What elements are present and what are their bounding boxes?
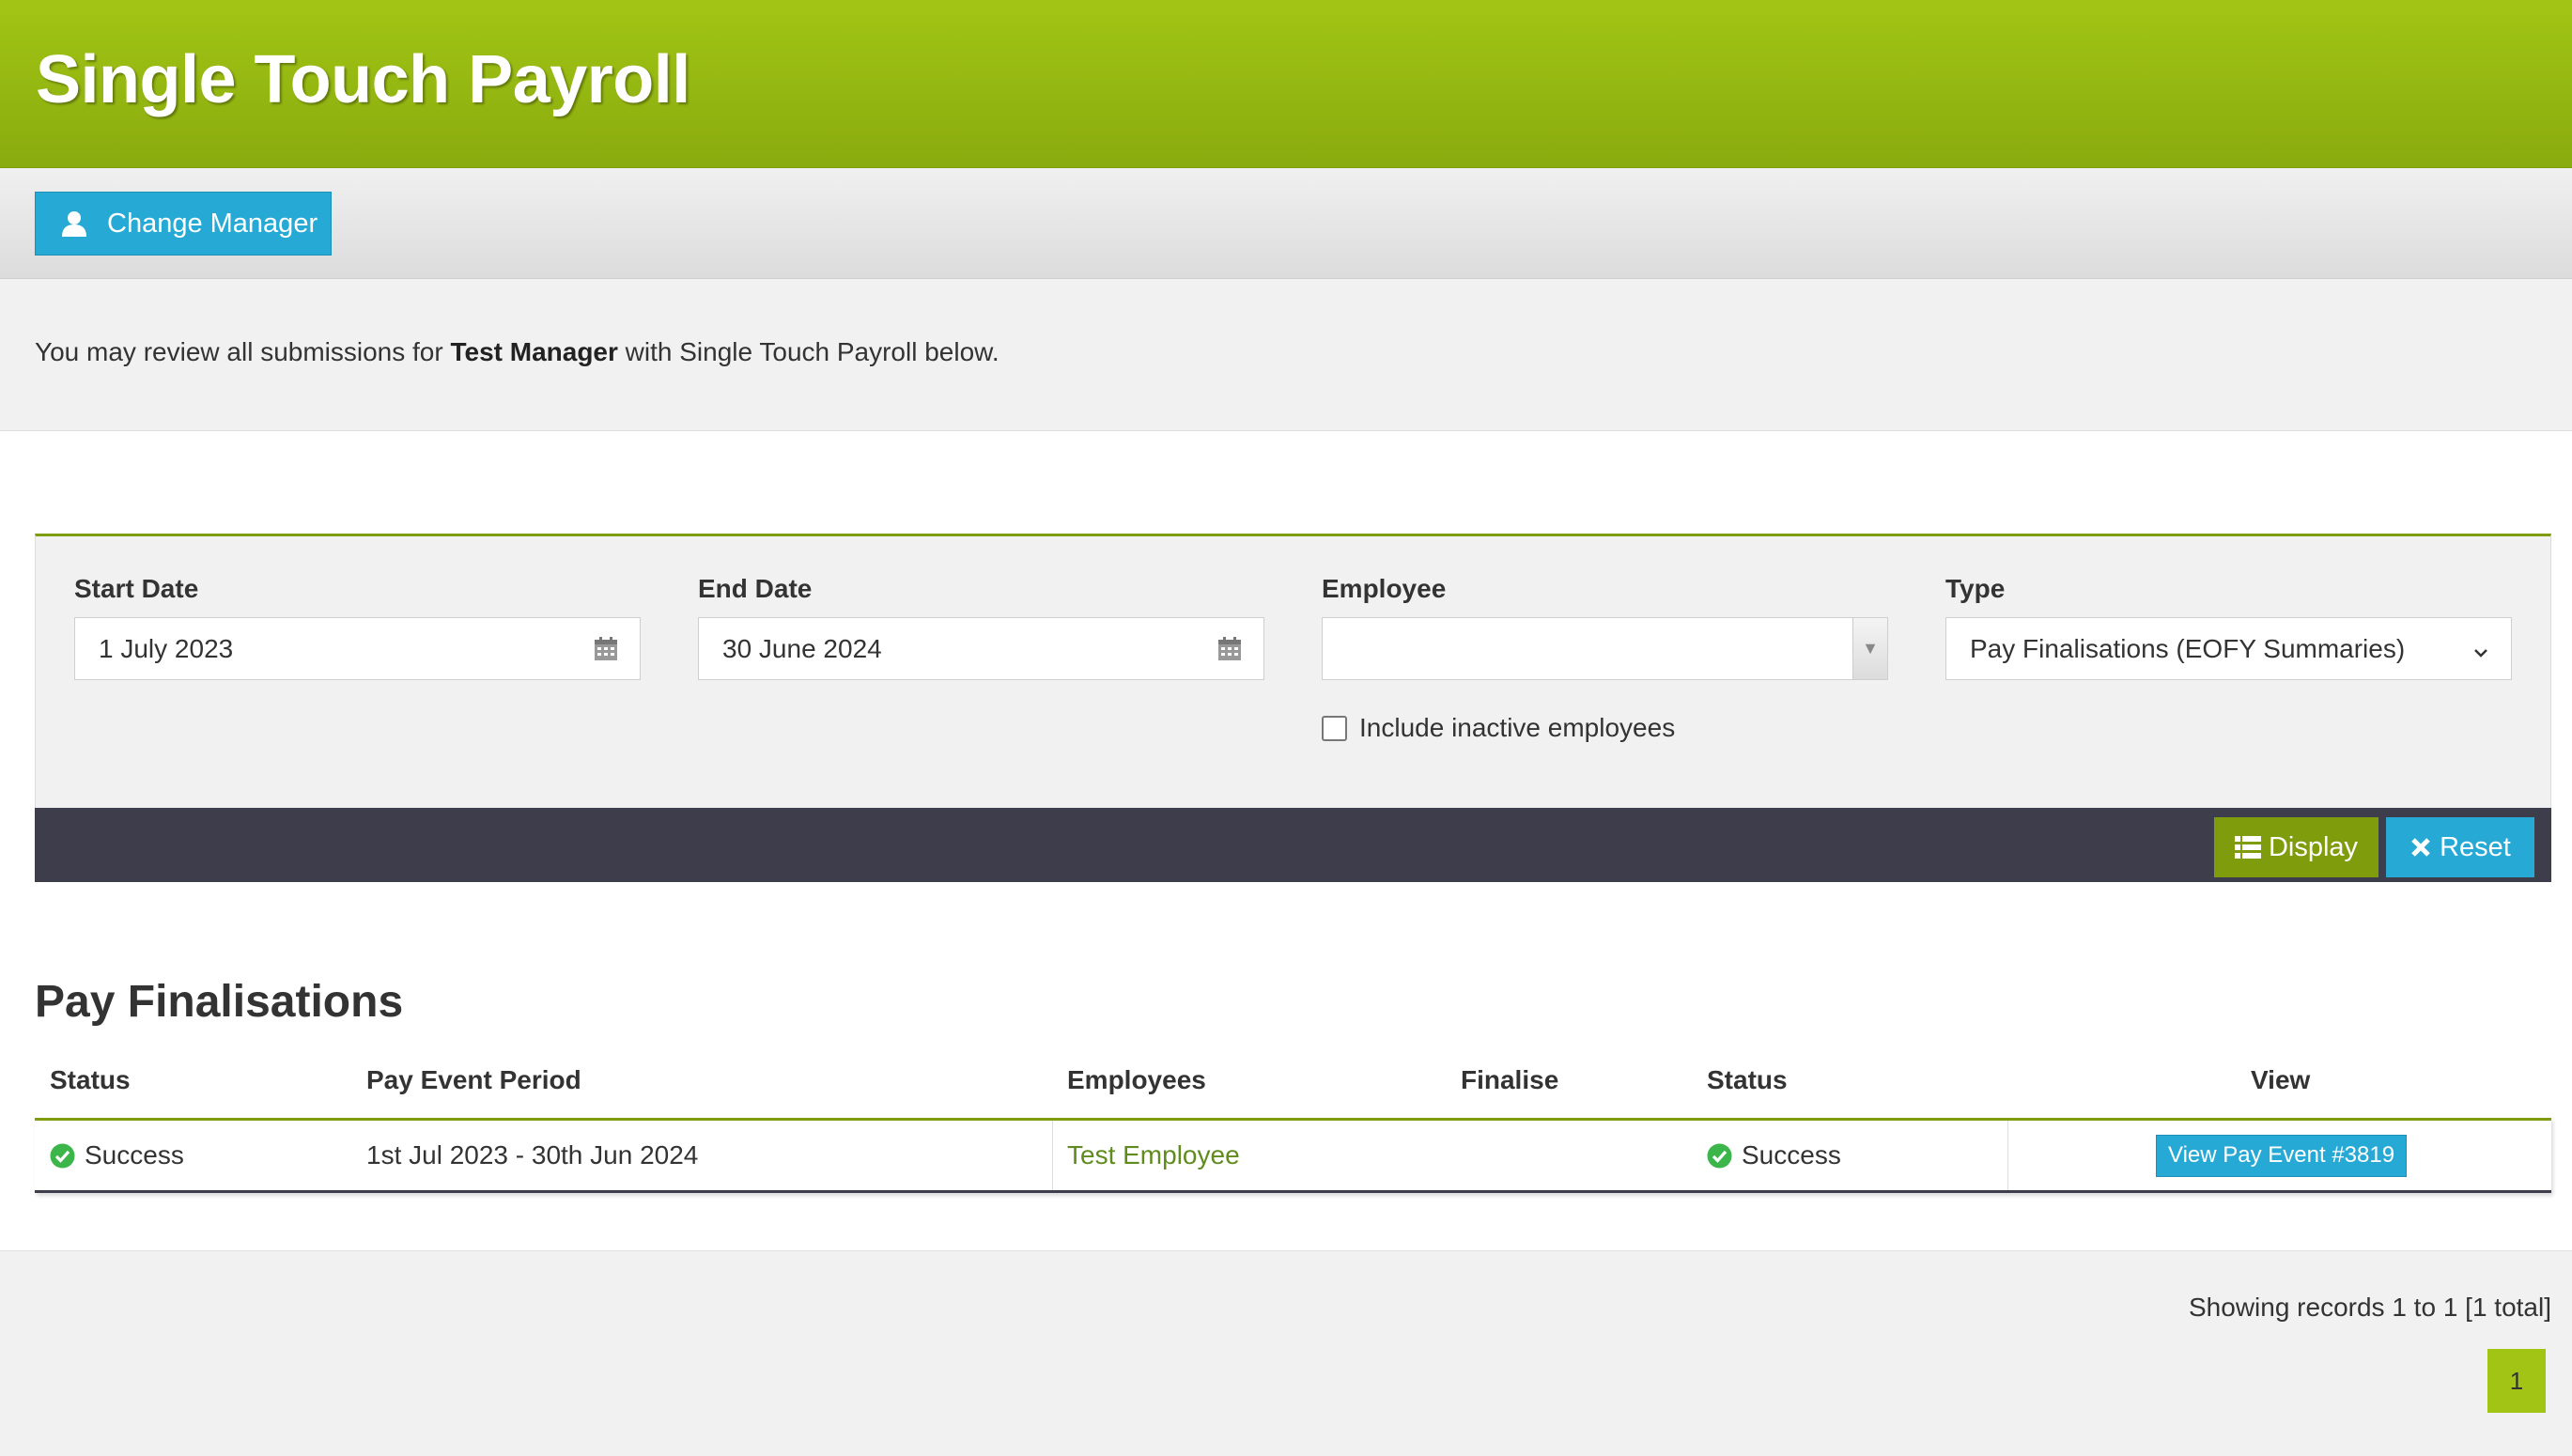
type-select[interactable]: Pay Finalisations (EOFY Summaries) — [1945, 617, 2512, 680]
filter-action-bar: Display Reset — [35, 808, 2551, 882]
intro-suffix: with Single Touch Payroll below. — [617, 337, 999, 366]
check-circle-icon — [50, 1143, 75, 1169]
manager-name: Test Manager — [450, 337, 618, 366]
include-inactive-option[interactable]: Include inactive employees — [1322, 713, 1675, 743]
column-header-status-2: Status — [1707, 1065, 1788, 1094]
start-date-input[interactable]: 1 July 2023 — [74, 617, 641, 680]
type-label: Type — [1945, 574, 2006, 603]
end-date-field: End Date 30 June 2024 — [698, 574, 1264, 680]
page-button-1[interactable]: 1 — [2487, 1349, 2546, 1413]
status-2-text: Success — [1742, 1140, 1841, 1169]
check-circle-icon — [1707, 1143, 1732, 1169]
intro-text: You may review all submissions for Test … — [35, 337, 999, 367]
toolbar: Change Manager — [0, 168, 2572, 279]
view-pay-event-button[interactable]: View Pay Event #3819 — [2156, 1134, 2408, 1177]
type-value: Pay Finalisations (EOFY Summaries) — [1970, 633, 2406, 663]
period-cell: 1st Jul 2023 - 30th Jun 2024 — [366, 1140, 699, 1169]
status-cell: Success — [50, 1121, 184, 1190]
employee-link[interactable]: Test Employee — [1067, 1140, 1240, 1170]
calendar-icon[interactable] — [1216, 636, 1243, 662]
status-2-cell: Success — [1707, 1121, 1841, 1190]
status-text: Success — [85, 1140, 184, 1169]
page-header: Single Touch Payroll — [0, 0, 2572, 168]
employee-field: Employee ▼ — [1322, 574, 1888, 680]
column-header-view: View — [2251, 1065, 2311, 1094]
records-summary: Showing records 1 to 1 [1 total] — [2189, 1293, 2551, 1322]
calendar-icon[interactable] — [593, 636, 619, 662]
column-divider — [2007, 1121, 2008, 1190]
close-icon — [2409, 836, 2432, 859]
start-date-value: 1 July 2023 — [99, 633, 234, 663]
dropdown-arrow-icon[interactable]: ▼ — [1852, 618, 1887, 679]
employee-label: Employee — [1322, 574, 1447, 603]
table-row: Success 1st Jul 2023 - 30th Jun 2024 Tes… — [35, 1118, 2551, 1193]
end-date-value: 30 June 2024 — [722, 633, 882, 663]
display-button[interactable]: Display — [2214, 817, 2378, 877]
page-title: Single Touch Payroll — [36, 42, 690, 117]
type-field: Type Pay Finalisations (EOFY Summaries) — [1945, 574, 2512, 680]
change-manager-button[interactable]: Change Manager — [35, 192, 332, 256]
column-header-employees: Employees — [1067, 1065, 1206, 1094]
user-icon — [60, 209, 88, 238]
view-cell: View Pay Event #3819 — [2156, 1121, 2408, 1190]
start-date-label: Start Date — [74, 574, 199, 603]
intro-section: You may review all submissions for Test … — [0, 279, 2572, 431]
include-inactive-label: Include inactive employees — [1359, 713, 1676, 742]
column-header-status: Status — [50, 1065, 131, 1094]
change-manager-label: Change Manager — [107, 208, 318, 239]
section-title: Pay Finalisations — [35, 977, 404, 1027]
list-icon — [2234, 835, 2261, 860]
display-label: Display — [2268, 831, 2359, 862]
employee-cell: Test Employee — [1067, 1121, 1240, 1190]
employee-combobox[interactable]: ▼ — [1322, 617, 1888, 680]
column-header-finalise: Finalise — [1461, 1065, 1559, 1094]
intro-prefix: You may review all submissions for — [35, 337, 451, 366]
chevron-down-icon — [2471, 639, 2490, 658]
reset-label: Reset — [2440, 831, 2511, 862]
start-date-field: Start Date 1 July 2023 — [74, 574, 641, 680]
end-date-input[interactable]: 30 June 2024 — [698, 617, 1264, 680]
column-header-pay-event-period: Pay Event Period — [366, 1065, 581, 1094]
filter-panel: Start Date 1 July 2023 End Date 30 June … — [35, 534, 2551, 882]
end-date-label: End Date — [698, 574, 813, 603]
column-divider — [1052, 1121, 1053, 1190]
include-inactive-checkbox[interactable] — [1322, 715, 1347, 741]
reset-button[interactable]: Reset — [2386, 817, 2534, 877]
